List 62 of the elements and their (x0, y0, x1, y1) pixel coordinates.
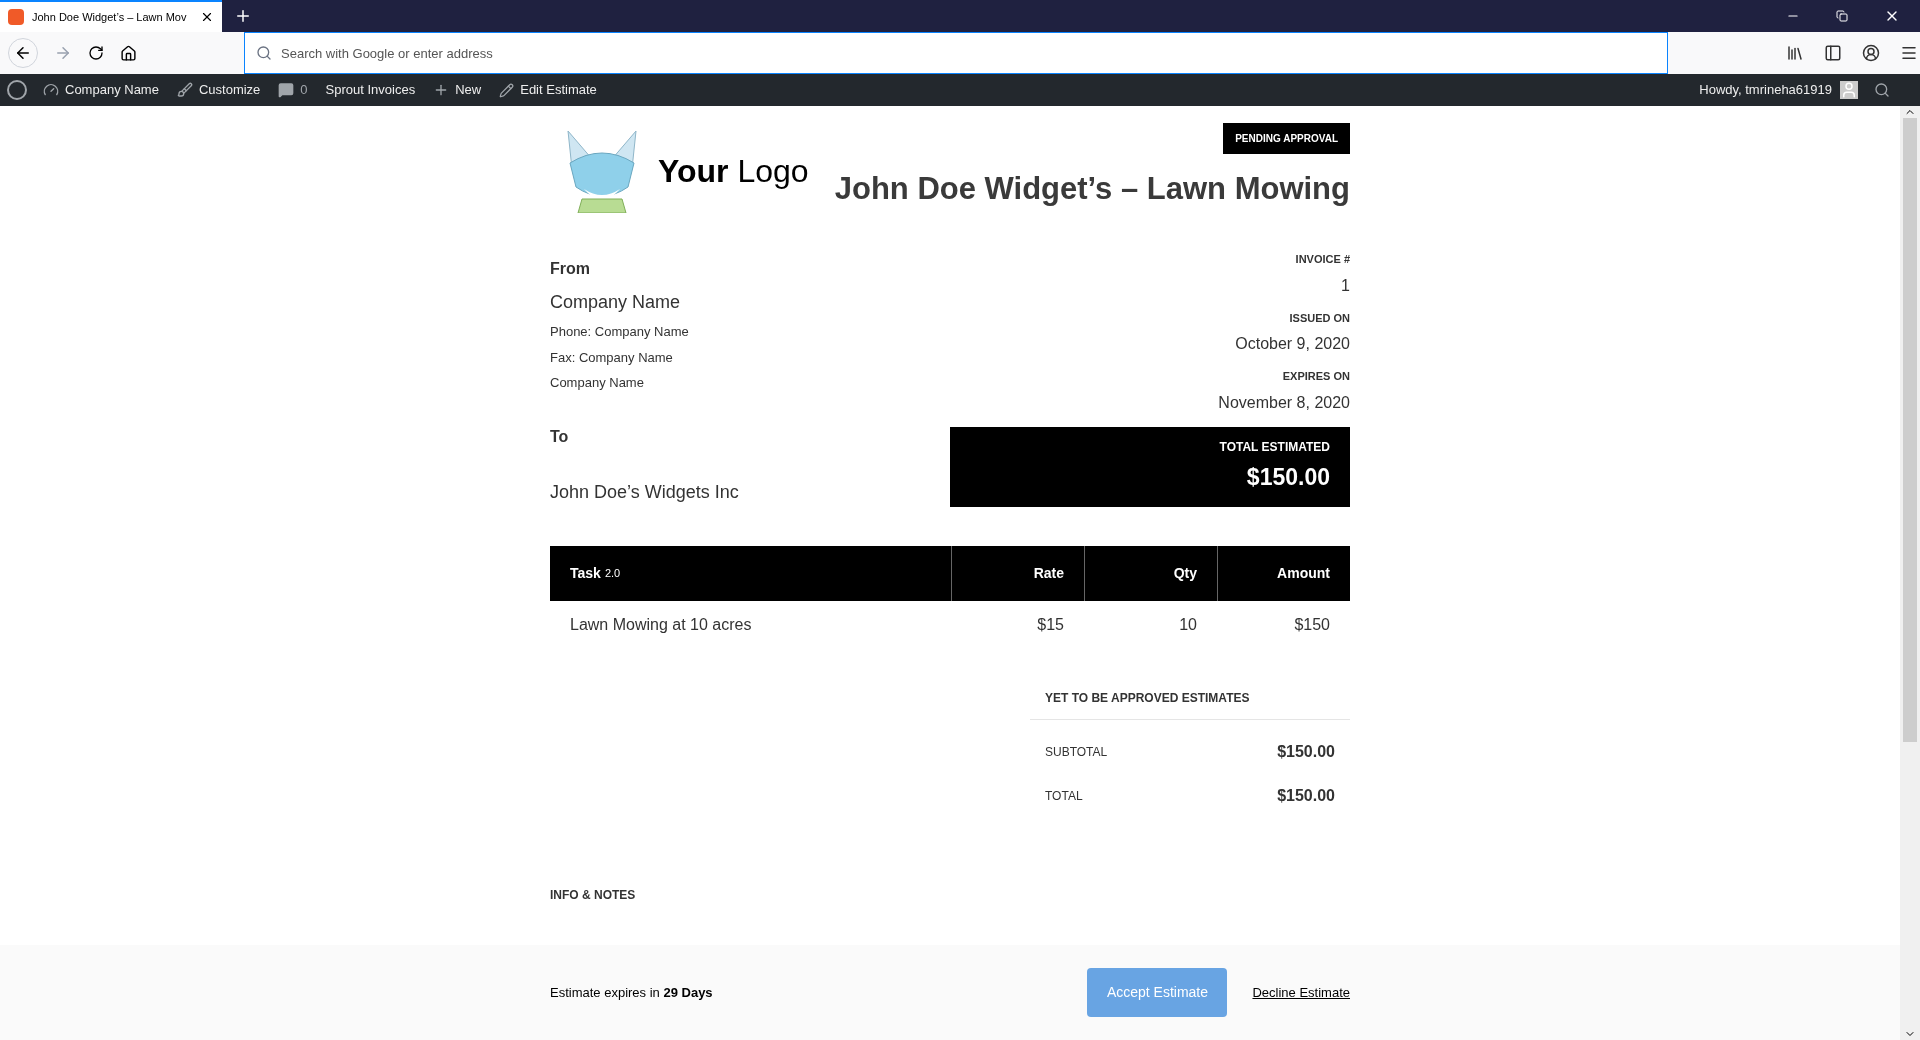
search-icon (256, 45, 272, 61)
totals-label: TOTAL (1045, 787, 1083, 805)
avatar-icon (1840, 81, 1858, 99)
logo-text: Your Logo (658, 152, 809, 191)
column-header: Amount (1217, 545, 1350, 601)
pencil-icon (499, 82, 515, 98)
meta-value: October 9, 2020 (1235, 334, 1350, 354)
total-amount: $150.00 (1246, 463, 1330, 493)
table-cell-text: 10 (1178, 614, 1198, 635)
from-heading: From (550, 259, 591, 279)
reload-icon[interactable] (88, 45, 104, 61)
decline-link[interactable]: Decline Estimate (1252, 982, 1350, 1003)
tab-title: John Doe Widget’s – Lawn Mov (32, 9, 188, 25)
estimate-title: John Doe Widget’s – Lawn Mowing (834, 170, 1350, 208)
meta-label: ISSUED ON (1289, 310, 1350, 326)
admin-bar-link[interactable]: Customize (198, 80, 261, 100)
admin-bar-link[interactable]: Sprout Invoices (325, 80, 416, 100)
totals-title: YET TO BE APPROVED ESTIMATES (1030, 688, 1350, 720)
notes-heading: INFO & NOTES (550, 886, 637, 904)
comment-icon (278, 82, 295, 98)
dashboard-icon (43, 82, 59, 98)
totals-label: SUBTOTAL (1045, 743, 1108, 761)
company-detail: Company Name (550, 374, 645, 392)
table-cell-text: $150 (1293, 614, 1331, 635)
site-favicon-icon (8, 9, 24, 25)
table-cell-text: $15 (1036, 614, 1065, 635)
search-icon[interactable] (1874, 82, 1890, 98)
company-name: Company Name (550, 291, 682, 314)
column-header: Qty (1084, 545, 1217, 601)
company-detail: Fax: Company Name (550, 348, 674, 367)
admin-bar-link[interactable]: 0 (300, 80, 308, 100)
totals-value: $150.00 (1277, 741, 1335, 762)
scrollbar-thumb[interactable] (1903, 118, 1917, 742)
column-header: Rate (951, 545, 1084, 601)
library-icon[interactable] (1786, 44, 1804, 62)
close-icon[interactable] (200, 10, 214, 24)
client-name: John Doe’s Widgets Inc (550, 480, 739, 504)
company-detail: Phone: Company Name (550, 323, 690, 341)
browser-tab[interactable]: John Doe Widget’s – Lawn Mov (0, 0, 222, 32)
address-field[interactable]: Search with Google or enter address (244, 32, 1668, 74)
to-heading: To (550, 426, 570, 447)
expiry-text: Estimate expires in 29 Days (550, 983, 713, 1002)
home-icon[interactable] (120, 44, 137, 62)
sidebar-icon[interactable] (1824, 44, 1842, 62)
meta-value: 1 (1341, 275, 1350, 296)
meta-value: November 8, 2020 (1218, 392, 1350, 413)
totals-value: $150.00 (1277, 785, 1335, 806)
status-badge: PENDING APPROVAL (1223, 123, 1350, 154)
column-header: Task 2.0 (550, 545, 951, 601)
menu-icon[interactable] (1900, 44, 1918, 62)
brush-icon (176, 82, 193, 98)
admin-bar-link[interactable]: New (455, 80, 482, 100)
table-cell-text: Lawn Mowing at 10 acres (569, 614, 753, 635)
admin-bar-link[interactable]: Edit Estimate (520, 80, 597, 100)
meta-label: INVOICE # (1295, 252, 1350, 267)
total-label: TOTAL ESTIMATED (1219, 439, 1330, 457)
admin-bar-link[interactable]: Company Name (65, 80, 159, 100)
account-icon[interactable] (1862, 44, 1880, 62)
restore-icon[interactable] (1836, 10, 1848, 22)
new-tab-icon[interactable] (234, 7, 252, 25)
greeting-link[interactable]: Howdy, tmrineha61919 (1699, 80, 1832, 100)
meta-label: EXPIRES ON (1282, 369, 1350, 384)
